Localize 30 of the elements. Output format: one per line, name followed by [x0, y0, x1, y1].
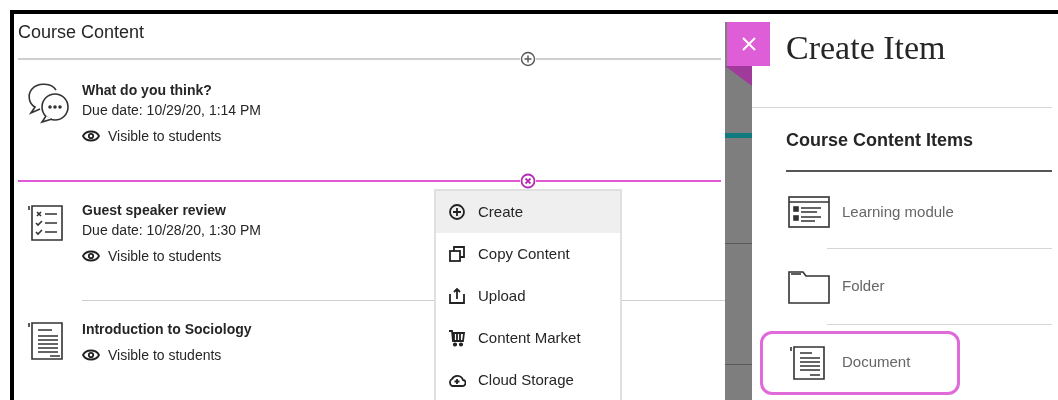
create-option[interactable]: Folder — [760, 254, 960, 319]
due-date: Due date: 10/29/20, 1:14 PM — [82, 101, 261, 120]
panel-title: Create Item — [785, 28, 947, 68]
cart-icon — [448, 329, 466, 347]
eye-icon — [82, 250, 100, 262]
visibility-label[interactable]: Visible to students — [108, 126, 222, 146]
item-title[interactable]: Introduction to Sociology — [82, 319, 252, 339]
plus-circle-icon — [448, 203, 466, 221]
eye-icon — [82, 130, 100, 142]
folder-icon — [788, 269, 830, 304]
copy-icon — [448, 245, 466, 263]
item-title[interactable]: Guest speaker review — [82, 200, 261, 220]
menu-item[interactable]: Create — [436, 191, 620, 233]
module-list-icon — [788, 195, 830, 229]
item-title[interactable]: What do you think? — [82, 80, 261, 100]
close-button[interactable] — [727, 22, 770, 66]
add-content-icon[interactable] — [520, 51, 536, 67]
close-icon — [740, 36, 757, 52]
due-date: Due date: 10/28/20, 1:30 PM — [82, 221, 261, 240]
create-option[interactable]: Learning module — [760, 180, 960, 244]
create-option[interactable]: Document — [760, 330, 960, 395]
close-circle-icon[interactable] — [520, 173, 536, 189]
visibility-label[interactable]: Visible to students — [108, 246, 222, 266]
eye-icon — [82, 349, 100, 361]
section-heading: Course Content Items — [785, 129, 975, 152]
upload-icon — [448, 287, 466, 305]
ribbon-fold-icon — [725, 66, 752, 86]
chat-bubbles-icon — [26, 80, 72, 126]
page-heading: Course Content — [17, 21, 146, 44]
visibility-label[interactable]: Visible to students — [108, 345, 222, 365]
